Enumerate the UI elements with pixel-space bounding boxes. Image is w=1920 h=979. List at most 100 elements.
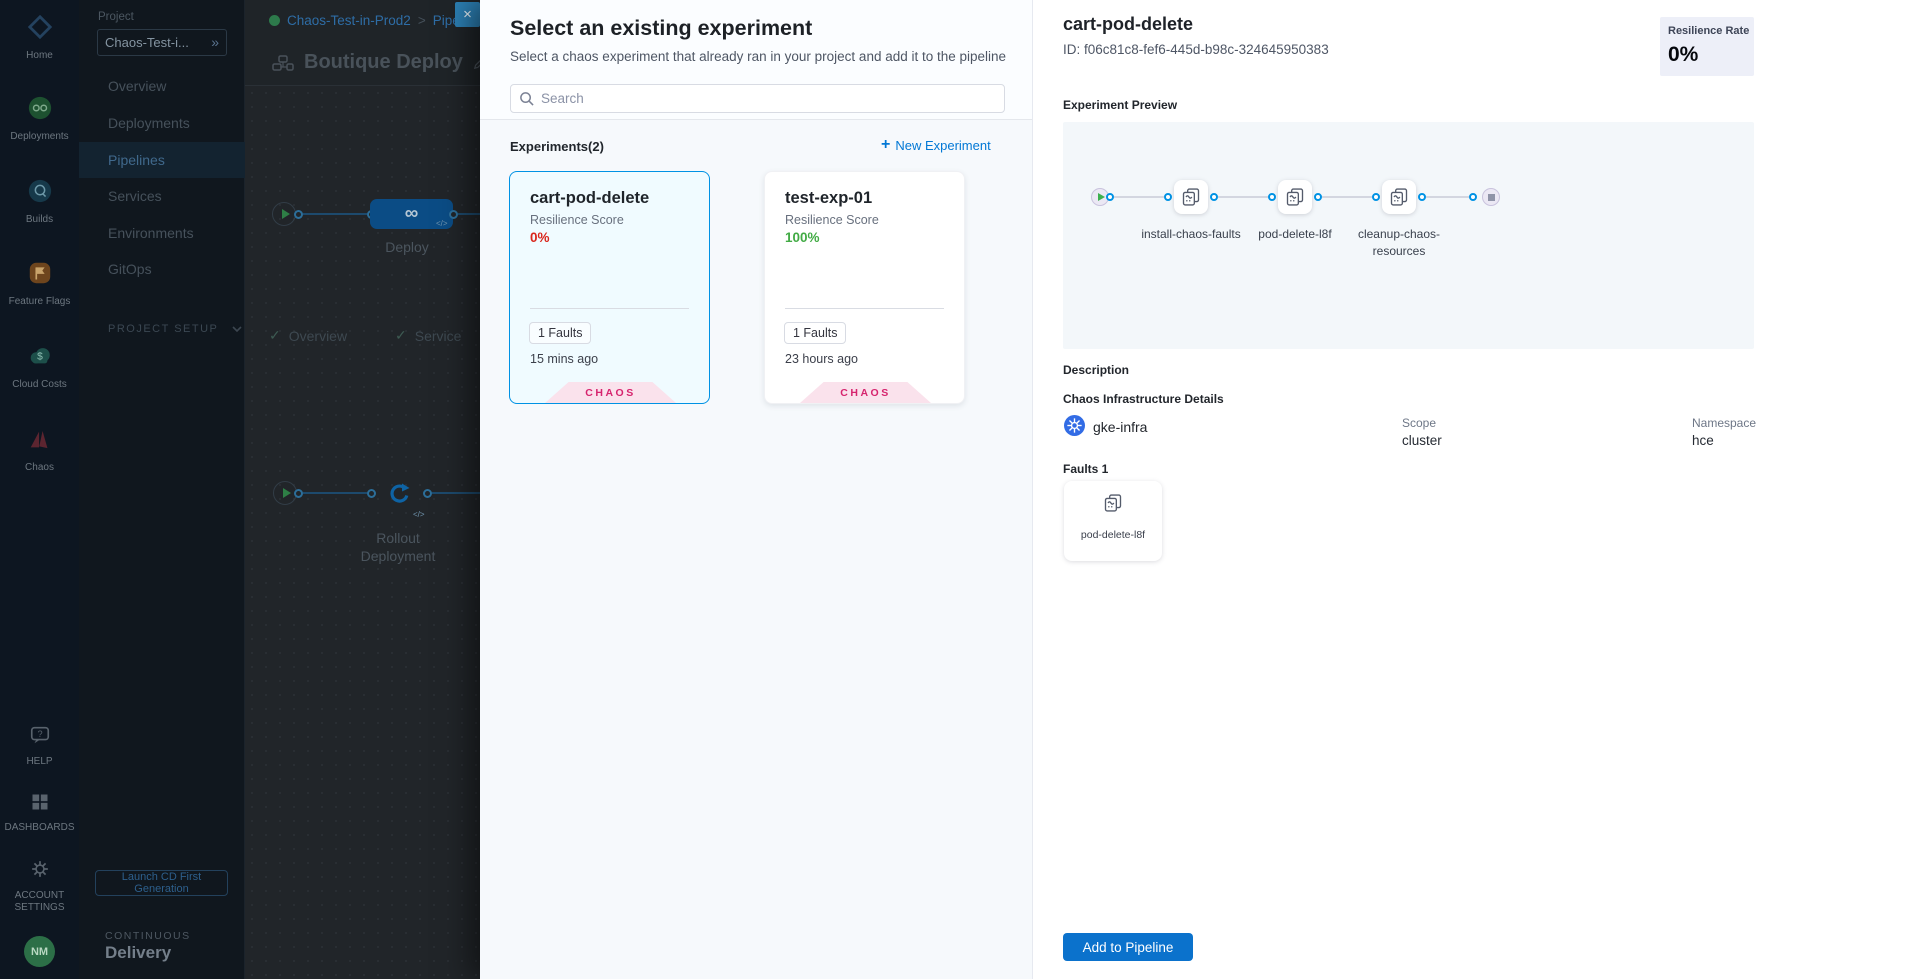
pipeline-title-row: Boutique Deploy bbox=[272, 51, 487, 74]
sidebar-item-cloud-costs[interactable]: $ Cloud Costs bbox=[0, 343, 79, 391]
modal-subtitle: Select a chaos experiment that already r… bbox=[510, 49, 1006, 64]
launch-cd-first-gen-button[interactable]: Launch CD First Generation bbox=[95, 870, 228, 896]
sidebar-item-feature-flags[interactable]: Feature Flags bbox=[0, 260, 79, 308]
namespace-label: Namespace bbox=[1692, 416, 1756, 430]
node-port bbox=[1106, 193, 1114, 201]
experiment-name: cart-pod-delete bbox=[530, 189, 649, 208]
sidebar-item-label: HELP bbox=[26, 756, 52, 768]
pipeline-icon bbox=[272, 55, 294, 71]
resilience-score-value: 0% bbox=[530, 230, 550, 245]
faults-section-label: Faults 1 bbox=[1063, 462, 1108, 476]
dashboards-icon bbox=[30, 792, 50, 817]
tab-service[interactable]: Service bbox=[395, 327, 461, 344]
experiment-card-cart-pod-delete[interactable]: cart-pod-delete Resilience Score 0% 1 Fa… bbox=[509, 171, 710, 404]
harness-logo-icon bbox=[27, 14, 53, 45]
last-updated: 23 hours ago bbox=[785, 352, 858, 366]
pipeline-edge bbox=[303, 492, 367, 494]
experiment-card-test-exp-01[interactable]: test-exp-01 Resilience Score 100% 1 Faul… bbox=[764, 171, 965, 404]
module-name: Delivery bbox=[105, 943, 191, 963]
chaos-icon bbox=[27, 426, 53, 457]
chevron-down-icon bbox=[232, 326, 242, 332]
add-to-pipeline-button[interactable]: Add to Pipeline bbox=[1063, 933, 1193, 961]
rollout-step-icon[interactable] bbox=[388, 482, 410, 504]
play-icon bbox=[1098, 193, 1105, 201]
fault-name: pod-delete-l8f bbox=[1064, 529, 1162, 541]
play-icon bbox=[283, 488, 291, 498]
check-icon bbox=[269, 327, 281, 344]
chaos-fault-icon bbox=[1181, 187, 1201, 207]
node-port[interactable] bbox=[294, 210, 303, 219]
search-input[interactable] bbox=[541, 91, 996, 106]
sidebar-item-dashboards[interactable]: DASHBOARDS bbox=[0, 792, 79, 834]
tab-label: Overview bbox=[289, 328, 347, 344]
node-port[interactable] bbox=[423, 489, 432, 498]
experiment-preview-label: Experiment Preview bbox=[1063, 98, 1177, 112]
new-experiment-label: New Experiment bbox=[895, 138, 990, 153]
tab-label: Service bbox=[415, 328, 462, 344]
fault-card[interactable]: pod-delete-l8f bbox=[1064, 481, 1162, 561]
pipeline-start-node[interactable] bbox=[272, 202, 296, 226]
sidebar-item-label: ACCOUNT SETTINGS bbox=[9, 890, 71, 914]
description-label: Description bbox=[1063, 363, 1129, 377]
experiment-preview-canvas: install-chaos-faults pod-delete-l8f clea… bbox=[1063, 122, 1754, 349]
scope-value: cluster bbox=[1402, 433, 1442, 448]
nav-item-pipelines[interactable]: Pipelines bbox=[79, 142, 245, 178]
project-selector[interactable]: Chaos-Test-i... bbox=[97, 29, 227, 56]
resilience-score-label: Resilience Score bbox=[785, 213, 879, 227]
step-label-line1: Rollout bbox=[348, 530, 448, 546]
nav-item-overview[interactable]: Overview bbox=[79, 68, 245, 104]
check-icon bbox=[395, 327, 407, 344]
preview-edge bbox=[1218, 196, 1268, 198]
chaos-fault-icon bbox=[1103, 493, 1123, 513]
sidebar-item-home[interactable]: Home bbox=[0, 14, 79, 62]
experiment-detail-panel: cart-pod-delete ID: f06c81c8-fef6-445d-b… bbox=[1032, 0, 1920, 979]
sidebar-item-builds[interactable]: Builds bbox=[0, 178, 79, 226]
breadcrumb-separator: > bbox=[418, 13, 426, 28]
sidebar-item-chaos[interactable]: Chaos bbox=[0, 426, 79, 474]
project-sidebar: Project Chaos-Test-i... Overview Deploym… bbox=[79, 0, 245, 979]
faults-badge: 1 Faults bbox=[529, 322, 591, 344]
sidebar-item-help[interactable]: ? HELP bbox=[0, 724, 79, 768]
tab-overview[interactable]: Overview bbox=[269, 327, 347, 344]
module-badge: CONTINUOUS Delivery bbox=[105, 930, 191, 963]
double-chevron-icon bbox=[211, 34, 219, 52]
nav-item-deployments[interactable]: Deployments bbox=[79, 105, 245, 141]
node-port[interactable] bbox=[449, 210, 458, 219]
sidebar-item-account-settings[interactable]: ACCOUNT SETTINGS bbox=[0, 858, 79, 914]
sidebar-item-deployments[interactable]: Deployments bbox=[0, 95, 79, 143]
play-icon bbox=[282, 209, 290, 219]
deployments-icon bbox=[27, 95, 53, 126]
last-updated: 15 mins ago bbox=[530, 352, 598, 366]
experiments-count-header: Experiments(2) bbox=[510, 139, 604, 154]
preview-step-label: install-chaos-faults bbox=[1136, 226, 1246, 243]
nav-item-environments[interactable]: Environments bbox=[79, 215, 245, 251]
node-port bbox=[1418, 193, 1426, 201]
stage-label: Deploy bbox=[357, 239, 457, 255]
node-port[interactable] bbox=[367, 489, 376, 498]
user-avatar[interactable]: NM bbox=[24, 936, 55, 967]
namespace-value: hce bbox=[1692, 433, 1714, 448]
deploy-stage-node[interactable]: </> bbox=[370, 199, 453, 229]
step-label-line2: Deployment bbox=[348, 548, 448, 564]
preview-step-pod-delete bbox=[1278, 180, 1312, 214]
infra-name: gke-infra bbox=[1093, 419, 1147, 435]
new-experiment-button[interactable]: New Experiment bbox=[881, 137, 991, 153]
nav-item-gitops[interactable]: GitOps bbox=[79, 251, 245, 287]
preview-step-label: cleanup-chaos-resources bbox=[1344, 226, 1454, 260]
sidebar-item-label: Cloud Costs bbox=[12, 379, 66, 391]
card-divider bbox=[530, 308, 689, 309]
code-badge: </> bbox=[436, 219, 448, 228]
node-port[interactable] bbox=[294, 489, 303, 498]
nav-item-services[interactable]: Services bbox=[79, 178, 245, 214]
resilience-rate-box: Resilience Rate 0% bbox=[1660, 17, 1754, 76]
project-setup-toggle[interactable]: PROJECT SETUP bbox=[79, 314, 245, 344]
breadcrumb-project-link[interactable]: Chaos-Test-in-Prod2 bbox=[287, 13, 411, 28]
stop-icon bbox=[1488, 194, 1495, 201]
close-icon[interactable]: × bbox=[455, 2, 480, 27]
cloud-costs-icon: $ bbox=[27, 343, 53, 374]
node-port bbox=[1268, 193, 1276, 201]
experiment-id: ID: f06c81c8-fef6-445d-b98c-324645950383 bbox=[1063, 42, 1329, 57]
builds-icon bbox=[27, 178, 53, 209]
project-section-label: Project bbox=[98, 11, 134, 23]
sidebar-item-label: Feature Flags bbox=[9, 296, 71, 308]
